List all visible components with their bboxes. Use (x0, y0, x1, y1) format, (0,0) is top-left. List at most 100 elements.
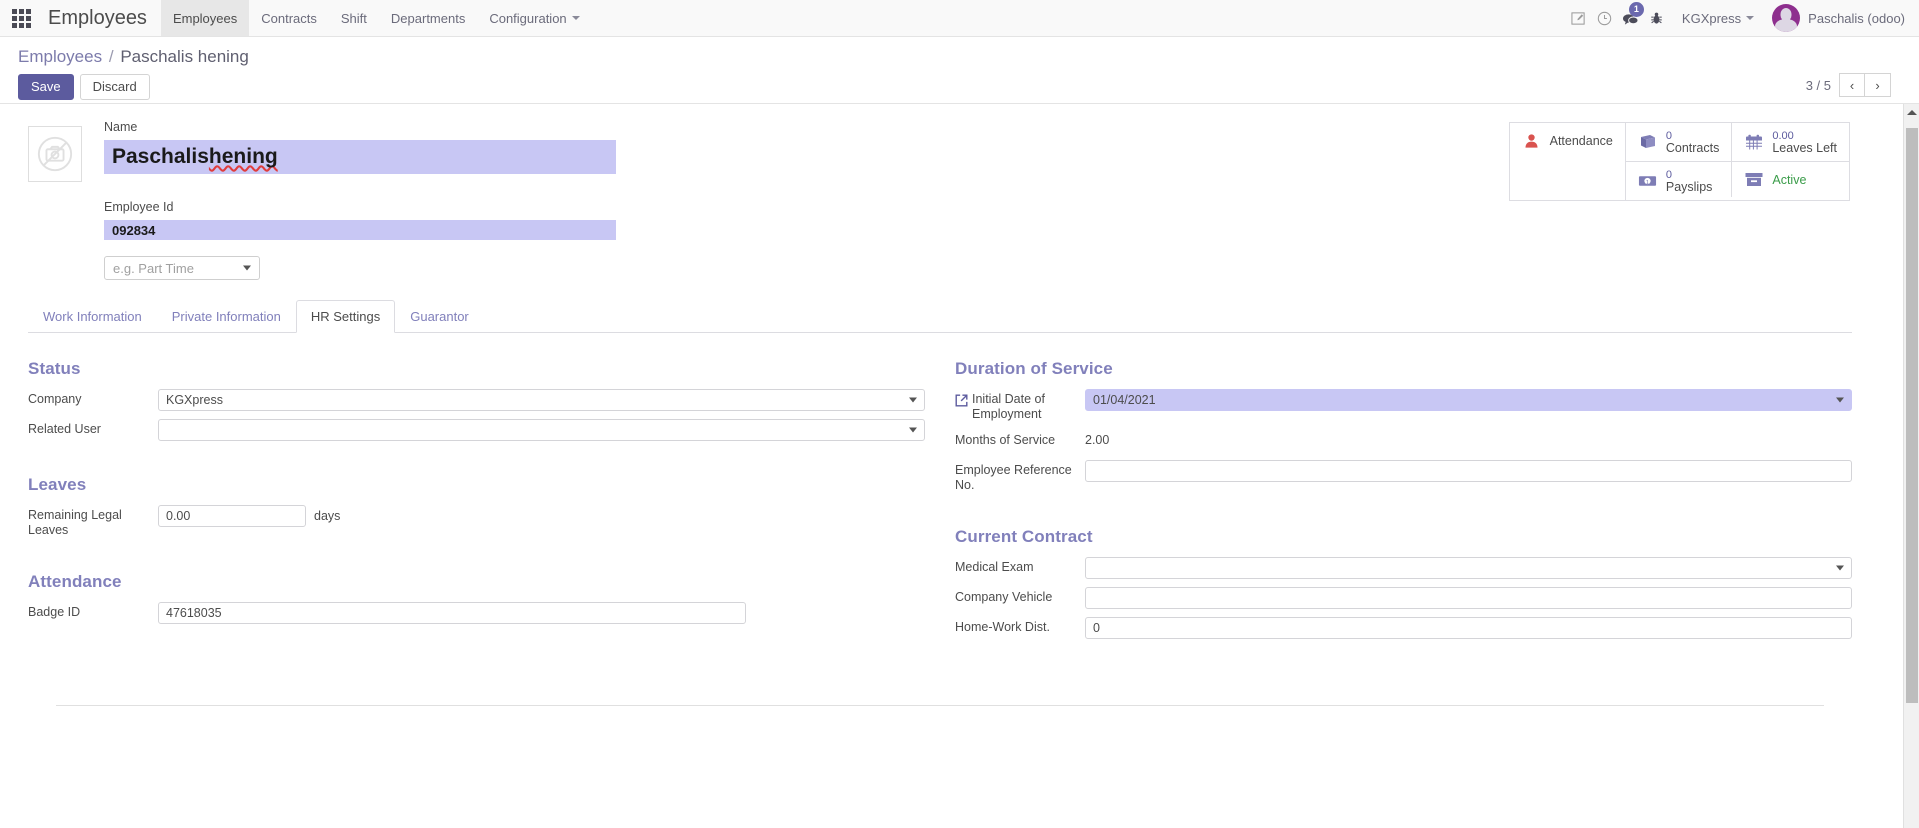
pager-previous-button[interactable]: ‹ (1839, 73, 1865, 97)
menu-item-label: Departments (390, 10, 466, 26)
money-icon: 1 (1638, 172, 1658, 190)
stat-button-payslips[interactable]: 1 0 Payslips (1624, 161, 1732, 200)
company-switcher[interactable]: KGXpress (1670, 11, 1766, 26)
menu-item-shift[interactable]: Shift (329, 0, 379, 36)
company-value: KGXpress (166, 393, 223, 407)
name-input[interactable]: Paschalis hening (104, 140, 616, 174)
group-current-contract: Current Contract Medical Exam Company Ve… (955, 527, 1852, 639)
edit-icon[interactable] (1566, 0, 1592, 37)
name-label: Name (104, 120, 138, 134)
related-user-label: Related User (28, 422, 101, 436)
related-user-field (158, 419, 925, 441)
field-row-initial-date: Initial Date of Employment 01/04/2021 (955, 389, 1852, 422)
name-value-last: hening (208, 145, 278, 168)
tab-hr-settings[interactable]: HR Settings (295, 300, 396, 333)
menu-item-contracts[interactable]: Contracts (249, 0, 329, 36)
group-title-current-contract: Current Contract (955, 527, 1093, 546)
company-name: KGXpress (1681, 10, 1742, 26)
medical-exam-field (1085, 557, 1852, 579)
bug-icon[interactable] (1644, 0, 1670, 37)
company-select[interactable]: KGXpress (158, 389, 925, 411)
external-link-icon[interactable] (955, 392, 968, 407)
pager-next-button[interactable]: › (1865, 73, 1891, 97)
vertical-scrollbar[interactable] (1903, 104, 1919, 828)
tab-work-information[interactable]: Work Information (28, 300, 157, 333)
home-work-distance-label: Home-Work Dist. (955, 620, 1050, 634)
company-vehicle-field (1085, 587, 1852, 609)
stat-label: Attendance (1549, 134, 1613, 148)
initial-date-field: 01/04/2021 (1085, 389, 1852, 411)
remaining-legal-leaves-input[interactable]: 0.00 (158, 505, 306, 527)
menu-item-configuration[interactable]: Configuration (477, 0, 591, 36)
stat-button-active[interactable]: Active (1731, 161, 1849, 197)
apps-menu-button[interactable] (0, 0, 42, 36)
book-icon (1638, 133, 1658, 151)
sheet-bottom-divider (56, 705, 1824, 706)
tab-private-information[interactable]: Private Information (157, 300, 296, 333)
menu-item-label: Shift (340, 10, 367, 26)
group-attendance: Attendance Badge ID 47618035 (28, 572, 925, 624)
menu-item-label: Configuration (489, 10, 567, 26)
group-leaves: Leaves Remaining Legal Leaves 0.00 days (28, 475, 925, 538)
archive-icon (1744, 171, 1764, 189)
scrollbar-thumb[interactable] (1906, 128, 1918, 703)
employee-photo-placeholder[interactable] (28, 126, 82, 182)
job-type-placeholder: e.g. Part Time (113, 260, 194, 276)
group-title-duration: Duration of Service (955, 359, 1113, 378)
company-vehicle-input[interactable] (1085, 587, 1852, 609)
group-duration-of-service: Duration of Service Initial Date of Empl… (955, 359, 1852, 493)
person-icon (1522, 132, 1542, 150)
employee-id-label: Employee Id (104, 200, 174, 214)
home-work-distance-input[interactable]: 0 (1085, 617, 1852, 639)
scrollbar-up-button[interactable] (1904, 104, 1919, 120)
initial-date-label: Initial Date of Employment (972, 392, 1045, 421)
navbar-right: 1 KGXpress Paschalis (odoo) (1566, 0, 1919, 36)
discard-button[interactable]: Discard (79, 74, 150, 100)
chevron-down-icon (909, 397, 917, 403)
clock-icon[interactable] (1592, 0, 1618, 37)
main-menu: Employees Contracts Shift Departments Co… (160, 0, 592, 36)
breadcrumb-employees-link[interactable]: Employees (18, 47, 102, 66)
stat-button-contracts[interactable]: 0 Contracts (1624, 123, 1732, 161)
initial-date-input[interactable]: 01/04/2021 (1085, 389, 1852, 411)
chevron-down-icon (243, 265, 251, 271)
user-menu[interactable]: Paschalis (odoo) (1766, 4, 1905, 32)
group-title-status: Status (28, 359, 81, 378)
job-type-select[interactable]: e.g. Part Time (104, 256, 260, 280)
medical-exam-select[interactable] (1085, 557, 1852, 579)
save-button[interactable]: Save (18, 74, 74, 100)
menu-item-label: Contracts (261, 10, 317, 26)
remaining-legal-leaves-label: Remaining Legal Leaves (28, 508, 122, 537)
stat-buttons-panel: Attendance 0 Contracts 1 0 Payslips 0.00… (1508, 122, 1850, 201)
company-label: Company (28, 392, 82, 406)
apps-grid-icon (11, 8, 31, 28)
home-work-distance-field: 0 (1085, 617, 1852, 639)
related-user-select[interactable] (158, 419, 925, 441)
badge-id-input[interactable]: 47618035 (158, 602, 746, 624)
group-status: Status Company KGXpress Related User (28, 359, 925, 441)
field-row-company: Company KGXpress (28, 389, 925, 411)
initial-date-value: 01/04/2021 (1093, 393, 1156, 407)
employee-id-input[interactable]: 092834 (104, 220, 616, 240)
badge-id-field: 47618035 (158, 602, 925, 624)
menu-item-employees[interactable]: Employees (160, 0, 250, 36)
field-row-months-of-service: Months of Service 2.00 (955, 430, 1852, 452)
stat-button-attendance[interactable]: Attendance (1509, 123, 1625, 159)
tab-guarantor[interactable]: Guarantor (395, 300, 484, 333)
messages-icon[interactable]: 1 (1618, 0, 1644, 37)
field-row-remaining-leaves: Remaining Legal Leaves 0.00 days (28, 505, 925, 538)
chevron-down-icon (1746, 16, 1755, 20)
badge-id-label: Badge ID (28, 605, 81, 619)
employee-reference-input[interactable] (1085, 460, 1852, 482)
no-camera-icon (37, 136, 73, 172)
svg-text:1: 1 (1646, 180, 1649, 186)
breadcrumb-separator: / (108, 47, 114, 66)
employee-reference-label: Employee Reference No. (955, 463, 1072, 492)
menu-item-departments[interactable]: Departments (379, 0, 477, 36)
stat-column-attendance: Attendance (1509, 123, 1625, 200)
stat-button-leaves-left[interactable]: 0.00 Leaves Left (1731, 123, 1849, 161)
breadcrumb: Employees / Paschalis hening (18, 47, 1901, 67)
top-navbar: Employees Employees Contracts Shift Depa… (0, 0, 1919, 37)
months-of-service-value: 2.00 (1085, 433, 1110, 447)
months-of-service-field: 2.00 (1085, 430, 1852, 447)
